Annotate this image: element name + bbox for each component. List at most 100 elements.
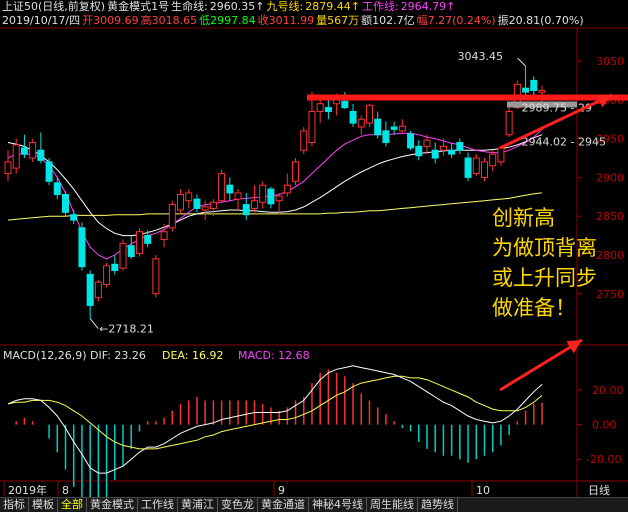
label-leader [517,57,526,67]
level-label: 2944.02 - 2945 [522,136,606,149]
tab-4[interactable]: 工作线 [138,498,178,512]
macd-tick-label: 0.00 [592,419,617,432]
candle-body-down [267,188,275,205]
period-label: 日线 [588,483,610,497]
candle-body-up [357,118,365,128]
candle-body-down [374,118,382,136]
price-tick-label: 2850 [596,210,624,223]
candle-body-up [160,231,168,240]
candle-body-down [45,161,53,182]
tab-9[interactable]: 周生能线 [367,498,418,512]
candle-body-down [382,130,390,144]
date-label: 10 [476,484,490,497]
candle-body-down [78,227,86,268]
candle-body-down [70,214,78,221]
tab-0[interactable]: 指标 [0,498,29,512]
candle-body-up [4,161,12,175]
candle-body-up [94,281,102,299]
candle-body-down [390,126,398,130]
tab-8[interactable]: 神秘4号线 [309,498,367,512]
nine-line [7,192,543,221]
candle-body-up [29,142,37,159]
candle-body-up [152,258,160,295]
candle-body-down [341,100,349,109]
candle-body-up [505,110,513,136]
candle-body-up [168,204,176,229]
candle-body-up [119,242,127,269]
lower-arrow-shaft [499,338,583,392]
tab-1[interactable]: 模板 [29,498,58,512]
indicator-tab-bar: 指标 模板 全部 黄金模式 工作线 黄浦江 变色龙 黄金通道 神秘4号线 周生能线 趋势线 [0,497,628,512]
annotation-line-1: 创新高 [492,206,555,230]
price-tick-label: 2800 [596,249,624,262]
annotation-text: 创新高 为做顶背离 或上升同步 做准备！ [492,203,597,323]
candle-body-up [185,192,193,202]
candle-body-down [415,145,423,157]
tab-5[interactable]: 黄浦江 [178,498,218,512]
tab-6[interactable]: 变色龙 [218,498,258,512]
tab-7[interactable]: 黄金通道 [258,498,309,512]
label-leader [89,318,99,329]
candle-body-up [177,193,185,211]
candle-body-down [62,193,70,213]
candle-body-up [12,144,20,169]
candle-body-down [349,110,357,124]
candle-body-down [37,149,45,161]
candle-body-up [365,104,373,124]
candle-body-up [472,157,480,175]
candle-body-up [398,125,406,132]
candle-body-down [431,149,439,159]
candle-body-down [226,184,234,194]
candle-body-up [300,130,308,151]
price-tick-label: 2900 [596,171,624,184]
candle-body-up [250,200,258,209]
candle-body-up [538,90,546,93]
tab-2[interactable]: 全部 [58,498,87,512]
candle-body-up [308,110,316,143]
candle-body-up [283,184,291,194]
candle-body-down [242,204,250,216]
price-tick-label: 2750 [596,288,624,301]
candle-body-up [201,206,209,211]
candle-body-down [111,263,119,272]
date-label: 8 [62,484,69,497]
price-tick-label: 3050 [596,55,624,68]
candle-body-down [407,133,415,149]
candle-body-up [497,147,505,163]
candle-body-down [522,87,530,93]
candle-body-down [530,79,538,92]
macd-header-1: DIF: 23.26 [90,349,146,362]
candle-body-up [209,201,217,209]
macd-tick-label: -20.00 [586,453,621,466]
candle-body-down [324,107,332,112]
candle-body-up [316,103,324,112]
macd-dif-line [7,365,543,474]
date-label: 2019年 [8,483,47,497]
candle-body-up [103,265,111,285]
candle-body-down [127,245,135,258]
candle-body-down [456,142,464,151]
candle-body-up [480,161,488,178]
high-label: 3043.45 [458,50,504,63]
candle-body-down [53,182,61,195]
candle-body-up [218,173,226,202]
candle-body-up [259,184,267,203]
tab-10[interactable]: 趋势线 [418,498,458,512]
candle-body-up [135,231,143,254]
candle-body-up [275,195,283,202]
candle-body-up [489,153,497,167]
annotation-line-2: 为做顶背离 [492,236,597,260]
macd-header-2: DEA: 16.92 [162,349,223,362]
annotation-line-4: 做准备！ [492,296,576,320]
candle-body-down [20,147,28,155]
candle-body-down [86,273,94,306]
date-label: 9 [278,484,285,497]
candle-body-down [193,198,201,209]
candle-body-up [423,139,431,147]
low-label: ←2718.21 [99,323,154,336]
macd-header-0: MACD(12,26,9) [3,349,87,362]
candle-body-down [464,157,472,178]
tab-3[interactable]: 黄金模式 [87,498,138,512]
macd-header-3: MACD: 12.68 [238,349,310,362]
annotation-line-3: 或上升同步 [492,266,597,290]
